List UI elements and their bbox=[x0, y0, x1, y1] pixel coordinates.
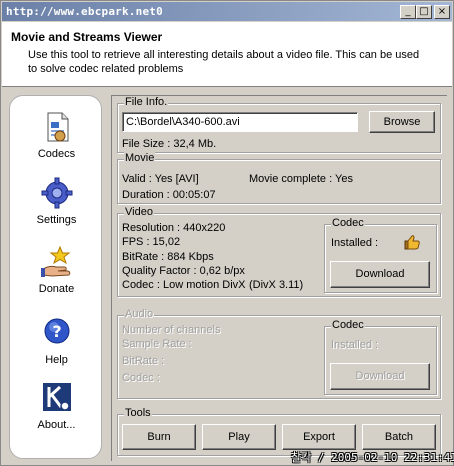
sidebar-item-label: Settings bbox=[36, 214, 77, 226]
page-description: Use this tool to retrieve all interestin… bbox=[28, 49, 420, 75]
video-bitrate-label: BitRate : 884 Kbps bbox=[122, 251, 214, 263]
page-title: Movie and Streams Viewer bbox=[11, 30, 163, 44]
group-title: Codec bbox=[331, 217, 365, 229]
video-download-button[interactable]: Download bbox=[330, 261, 430, 288]
movie-duration-label: Duration : 00:05:07 bbox=[122, 189, 216, 201]
help-icon: ? bbox=[44, 318, 69, 344]
sidebar-item-settings[interactable]: Settings bbox=[10, 176, 103, 226]
audio-codec-label: Codec : bbox=[122, 372, 160, 384]
svg-text:?: ? bbox=[52, 322, 61, 341]
video-codec-version-label: (DivX 3.11) bbox=[249, 279, 304, 291]
maximize-button[interactable]: □ bbox=[416, 5, 432, 19]
thumbs-up-icon bbox=[404, 235, 420, 250]
watermark-timestamp: 찰칵 / 2005-02-10 22:31:41 bbox=[291, 451, 454, 464]
group-title: Tools bbox=[124, 407, 152, 419]
burn-button[interactable]: Burn bbox=[122, 424, 196, 450]
movie-complete-label: Movie complete : Yes bbox=[249, 173, 353, 185]
browse-button[interactable]: Browse bbox=[369, 111, 435, 133]
video-quality-label: Quality Factor : 0,62 b/px bbox=[122, 265, 245, 277]
video-fps-label: FPS : 15,02 bbox=[122, 236, 181, 248]
video-codec-installed-label: Installed : bbox=[331, 237, 379, 249]
file-info-group: File Info. C:\Bordel\A340-600.avi Browse… bbox=[117, 96, 441, 153]
k-logo-icon bbox=[42, 383, 71, 411]
audio-group: Audio Number of channels Sample Rate : B… bbox=[117, 308, 441, 399]
movie-group: Movie Valid : Yes [AVI] Movie complete :… bbox=[117, 152, 441, 204]
document-icon bbox=[47, 112, 68, 142]
minimize-button[interactable]: _ bbox=[400, 5, 416, 19]
export-button[interactable]: Export bbox=[282, 424, 356, 450]
video-group: Video Resolution : 440x220 FPS : 15,02 B… bbox=[117, 206, 441, 297]
audio-download-button[interactable]: Download bbox=[330, 363, 430, 390]
audio-channels-label: Number of channels bbox=[122, 324, 221, 336]
audio-bitrate-label: BitRate : bbox=[122, 355, 165, 367]
sidebar-item-label: Codecs bbox=[37, 148, 76, 160]
sidebar: Codecs Settings Donate ? Help About... bbox=[9, 95, 102, 459]
file-path-input[interactable]: C:\Bordel\A340-600.avi bbox=[122, 112, 358, 132]
movie-valid-label: Valid : Yes [AVI] bbox=[122, 173, 199, 185]
sidebar-item-label: About... bbox=[37, 419, 76, 431]
app-window: http://www.ebcpark.net0 _ □ × Movie and … bbox=[0, 0, 454, 466]
group-title: Codec bbox=[331, 319, 365, 331]
play-button[interactable]: Play bbox=[202, 424, 276, 450]
sidebar-item-about[interactable]: About... bbox=[10, 381, 103, 431]
sidebar-item-donate[interactable]: Donate bbox=[10, 245, 103, 295]
sidebar-item-help[interactable]: ? Help bbox=[10, 316, 103, 366]
audio-samplerate-label: Sample Rate : bbox=[122, 338, 192, 350]
close-button[interactable]: × bbox=[434, 5, 450, 19]
video-resolution-label: Resolution : 440x220 bbox=[122, 222, 226, 234]
window-title: http://www.ebcpark.net0 bbox=[6, 5, 163, 18]
hand-star-icon bbox=[40, 245, 70, 277]
sidebar-item-label: Donate bbox=[38, 283, 75, 295]
gear-icon bbox=[41, 177, 72, 209]
group-title: Movie bbox=[124, 152, 156, 164]
group-title: File Info. bbox=[124, 96, 169, 108]
title-bar[interactable]: http://www.ebcpark.net0 _ □ × bbox=[2, 2, 452, 21]
audio-codec-installed-label: Installed : bbox=[331, 339, 379, 351]
sidebar-item-codecs[interactable]: Codecs bbox=[10, 110, 103, 160]
audio-codec-group: Codec Installed : Download bbox=[324, 319, 437, 395]
main-pane: File Info. C:\Bordel\A340-600.avi Browse… bbox=[111, 95, 447, 461]
batch-button[interactable]: Batch bbox=[362, 424, 436, 450]
header-panel: Movie and Streams Viewer Use this tool t… bbox=[2, 22, 452, 87]
sidebar-item-label: Help bbox=[45, 354, 68, 366]
video-codec-label: Codec : Low motion DivX bbox=[122, 279, 246, 291]
file-size-label: File Size : 32,4 Mb. bbox=[122, 138, 217, 150]
group-title: Video bbox=[124, 206, 154, 218]
video-codec-group: Codec Installed : Download bbox=[324, 217, 437, 293]
group-title: Audio bbox=[124, 308, 155, 320]
